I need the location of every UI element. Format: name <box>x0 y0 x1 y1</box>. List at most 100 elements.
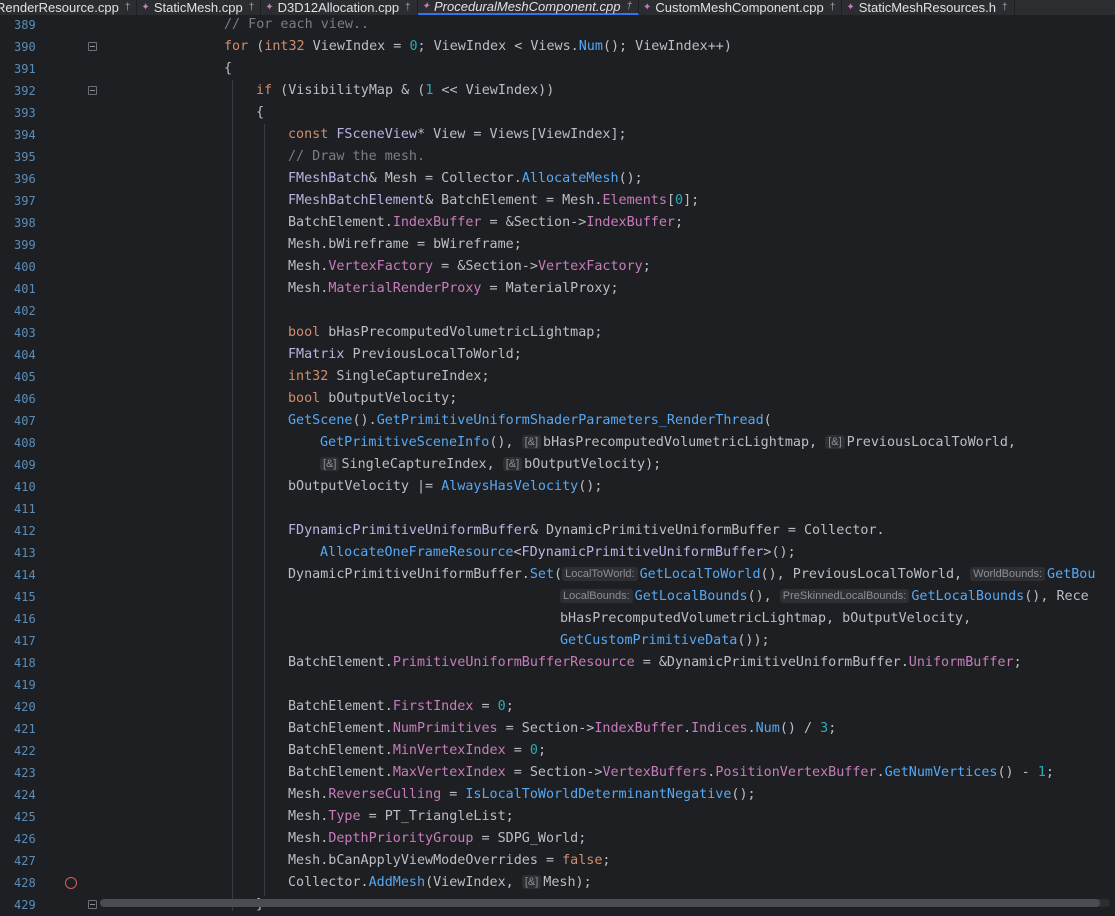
indent-guide <box>264 124 265 896</box>
code-token: AddMesh <box>368 875 426 890</box>
code-token: GetBou <box>1047 567 1096 582</box>
code-line[interactable]: const FSceneView* View = Views[ViewIndex… <box>288 124 627 146</box>
code-token: FSceneView <box>336 127 417 142</box>
code-line[interactable]: bool bHasPrecomputedVolumetricLightmap; <box>288 322 602 344</box>
code-line[interactable]: { <box>224 58 232 80</box>
code-line[interactable]: [&] SingleCaptureIndex, [&] bOutputVelocit… <box>320 454 661 476</box>
code-token: (), PreviousLocalToWorld, <box>760 567 971 582</box>
tab-proceduralmeshcomponent-cpp[interactable]: ✦ ProceduralMeshComponent.cpp † <box>417 0 639 15</box>
inlay-hint: [&] <box>502 457 523 471</box>
code-token: bool <box>288 391 321 406</box>
pin-icon[interactable]: † <box>830 2 836 13</box>
code-token: { <box>256 105 265 120</box>
code-token: = <box>441 787 466 802</box>
code-line[interactable]: BatchElement.IndexBuffer = &Section->Ind… <box>288 212 683 234</box>
code-token: = Section-> <box>497 721 595 736</box>
code-token: ; <box>505 699 514 714</box>
code-line[interactable]: FMeshBatch& Mesh = Collector.AllocateMes… <box>288 168 643 190</box>
pin-icon[interactable]: † <box>1002 2 1008 13</box>
code-line[interactable]: Collector.AddMesh(ViewIndex, [&] Mesh); <box>288 872 592 894</box>
horizontal-scrollbar-thumb[interactable] <box>100 899 1100 907</box>
code-line[interactable]: Mesh.DepthPriorityGroup = SDPG_World; <box>288 828 586 850</box>
tab-label: RenderResource.cpp <box>0 0 119 15</box>
code-token: FirstIndex <box>392 699 474 714</box>
code-line[interactable]: FMatrix PreviousLocalToWorld; <box>288 344 522 366</box>
pin-icon[interactable]: † <box>626 1 632 12</box>
code-line[interactable]: bHasPrecomputedVolumetricLightmap, bOutp… <box>560 608 971 630</box>
fold-marker-icon[interactable] <box>88 86 97 95</box>
code-line[interactable]: Mesh.Type = PT_TriangleList; <box>288 806 514 828</box>
code-line[interactable]: Mesh.bCanApplyViewModeOverrides = false; <box>288 850 610 872</box>
code-line[interactable]: GetCustomPrimitiveData()); <box>560 630 770 652</box>
code-editor[interactable]: // For each view.. for (int32 ViewIndex =… <box>100 16 1115 911</box>
code-line[interactable]: LocalBounds: GetLocalBounds(), PreSkinned… <box>560 586 1089 608</box>
code-line[interactable]: int32 SingleCaptureIndex; <box>288 366 490 388</box>
code-token: bOutputVelocity); <box>524 457 662 472</box>
code-token: BatchElement. <box>288 215 393 230</box>
code-line[interactable]: BatchElement.NumPrimitives = Section->In… <box>288 718 836 740</box>
code-line[interactable]: BatchElement.MaxVertexIndex = Section->V… <box>288 762 1054 784</box>
code-token: = MaterialProxy; <box>481 281 619 296</box>
code-token: ( <box>554 567 563 582</box>
code-line[interactable]: { <box>256 102 264 124</box>
pin-icon[interactable]: † <box>405 2 411 13</box>
code-token: & Mesh = Collector. <box>368 171 522 186</box>
tab-renderresource-cpp[interactable]: RenderResource.cpp † <box>0 0 138 15</box>
code-token: Indices <box>691 721 748 736</box>
tab-staticmeshresources-h[interactable]: ✦ StaticMeshResources.h † <box>842 0 1015 15</box>
code-line[interactable]: FMeshBatchElement& BatchElement = Mesh.E… <box>288 190 699 212</box>
code-line[interactable]: GetPrimitiveSceneInfo(), [&] bHasPrecompu… <box>320 432 1016 454</box>
line-number: 399 <box>14 238 36 252</box>
code-line[interactable]: AllocateOneFrameResource<FDynamicPrimiti… <box>320 542 796 564</box>
code-line[interactable]: if (VisibilityMap & (1 << ViewIndex)) <box>256 80 554 102</box>
code-line[interactable]: DynamicPrimitiveUniformBuffer.Set(LocalT… <box>288 564 1095 586</box>
code-line[interactable]: Mesh.bWireframe = bWireframe; <box>288 234 522 256</box>
code-line[interactable]: for (int32 ViewIndex = 0; ViewIndex < Vi… <box>224 36 732 58</box>
code-line[interactable]: Mesh.ReverseCulling = IsLocalToWorldDete… <box>288 784 756 806</box>
code-token: Mesh. <box>288 281 329 296</box>
line-number: 429 <box>14 898 36 912</box>
horizontal-scrollbar[interactable] <box>100 899 1110 907</box>
line-number: 395 <box>14 150 36 164</box>
code-line[interactable]: Mesh.MaterialRenderProxy = MaterialProxy… <box>288 278 619 300</box>
code-line[interactable]: // For each view.. <box>224 16 369 36</box>
code-line[interactable]: BatchElement.FirstIndex = 0; <box>288 696 514 718</box>
fold-marker-icon[interactable] <box>88 900 97 909</box>
line-number: 410 <box>14 480 36 494</box>
code-line[interactable]: // Draw the mesh. <box>288 146 425 168</box>
pin-icon[interactable]: † <box>249 2 255 13</box>
code-token: bHasPrecomputedVolumetricLightmap; <box>320 325 603 340</box>
tab-staticmesh-cpp[interactable]: ✦ StaticMesh.cpp † <box>137 0 262 15</box>
code-line[interactable]: Mesh.VertexFactory = &Section->VertexFac… <box>288 256 651 278</box>
pin-icon[interactable]: † <box>125 2 131 13</box>
inlay-hint: PreSkinnedLocalBounds: <box>779 589 910 603</box>
code-token: int32 <box>288 369 329 384</box>
code-line[interactable]: bOutputVelocity |= AlwaysHasVelocity(); <box>288 476 602 498</box>
code-token: Mesh); <box>543 875 592 890</box>
code-token: MaxVertexIndex <box>392 765 506 780</box>
inlay-hint: [&] <box>521 435 542 449</box>
line-number: 408 <box>14 436 36 450</box>
breakpoint-icon[interactable] <box>65 877 77 889</box>
code-line[interactable]: bool bOutputVelocity; <box>288 388 457 410</box>
code-token: (), <box>747 589 780 604</box>
tab-custommeshcomponent-cpp[interactable]: ✦ CustomMeshComponent.cpp † <box>639 0 843 15</box>
code-line[interactable]: BatchElement.MinVertexIndex = 0; <box>288 740 546 762</box>
code-token: 1 <box>1037 765 1046 780</box>
code-token: AlwaysHasVelocity <box>441 479 579 494</box>
code-line[interactable]: BatchElement.PrimitiveUniformBufferResou… <box>288 652 1022 674</box>
code-line[interactable]: FDynamicPrimitiveUniformBuffer& DynamicP… <box>288 520 885 542</box>
code-token: GetLocalToWorld <box>639 567 761 582</box>
code-line[interactable]: GetScene().GetPrimitiveUniformShaderPara… <box>288 410 772 432</box>
fold-marker-icon[interactable] <box>88 42 97 51</box>
tab-d3d12allocation-cpp[interactable]: ✦ D3D12Allocation.cpp † <box>261 0 418 15</box>
line-number: 400 <box>14 260 36 274</box>
code-token: IsLocalToWorldDeterminantNegative <box>465 787 732 802</box>
line-number: 413 <box>14 546 36 560</box>
line-number: 416 <box>14 612 36 626</box>
cpp-file-icon: ✦ <box>141 2 150 13</box>
code-token: ; <box>642 259 651 274</box>
code-token: DepthPriorityGroup <box>328 831 474 846</box>
code-token: if <box>256 83 273 98</box>
line-number-gutter[interactable]: 389 390 391 392 393 394 395 396 397 398 399 400 401 4… <box>0 16 100 912</box>
